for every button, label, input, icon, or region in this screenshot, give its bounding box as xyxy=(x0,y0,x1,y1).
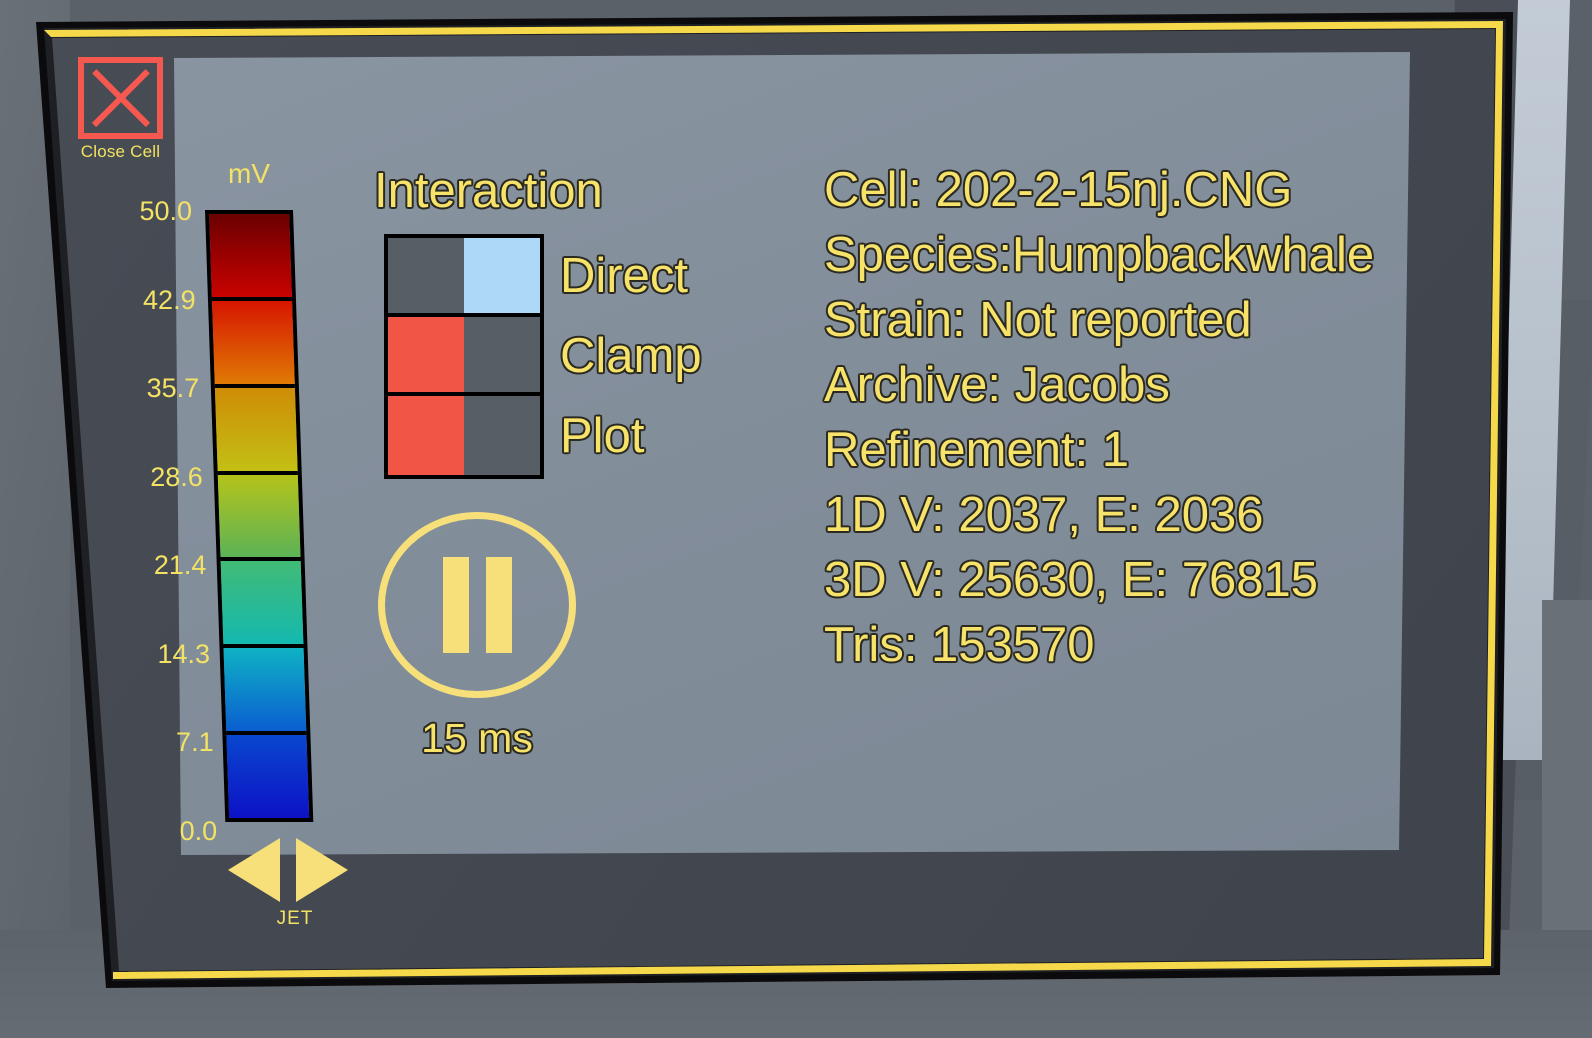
colorbar-tick-label: 7.1 xyxy=(176,727,214,757)
colorbar-segment xyxy=(223,648,307,736)
toggle-half-left xyxy=(388,317,464,392)
toggle-half-right xyxy=(464,238,540,313)
colorbar-segment xyxy=(220,561,304,649)
colorbar-segment xyxy=(214,387,298,475)
toggle-label-clamp: Clamp xyxy=(560,329,702,383)
info-line: 1D V: 2037, E: 2036 xyxy=(824,488,1264,542)
colorbar-gradient[interactable] xyxy=(205,210,314,822)
toggle-label-direct: Direct xyxy=(560,249,688,303)
close-x-icon xyxy=(78,57,163,139)
arrow-right-icon[interactable] xyxy=(296,838,348,902)
colorbar-segment xyxy=(209,214,293,301)
info-line: Strain: Not reported xyxy=(824,293,1252,347)
toggle-label-plot: Plot xyxy=(560,409,645,463)
interaction-section-title: Interaction xyxy=(374,164,603,218)
colorbar-tick-label: 28.6 xyxy=(150,461,203,492)
info-line: Refinement: 1 xyxy=(824,423,1130,477)
toggle-half-right xyxy=(464,317,540,392)
info-line: Species:Humpbackwhale xyxy=(824,228,1375,282)
colorbar-tick-label: 0.0 xyxy=(179,815,218,846)
toggle-plot[interactable] xyxy=(388,396,540,475)
toggle-half-left xyxy=(388,396,464,475)
pause-icon-bar-right xyxy=(485,557,512,653)
toggle-half-left xyxy=(388,238,464,313)
toggle-clamp[interactable] xyxy=(388,317,540,396)
pause-button[interactable] xyxy=(378,512,576,698)
info-line: 3D V: 25630, E: 76815 xyxy=(824,553,1318,607)
info-line: Archive: Jacobs xyxy=(824,358,1170,412)
colorbar-segment xyxy=(217,474,301,562)
close-cell-label: Close Cell xyxy=(80,142,161,161)
toggle-half-right xyxy=(464,396,540,475)
simulation-time-label: 15 ms xyxy=(421,715,533,761)
close-cell-button[interactable]: Close Cell xyxy=(73,57,168,162)
cell-info-block: Cell: 202-2-15nj.CNG Species:Humpbackwhal… xyxy=(824,158,1374,678)
colorbar-segment xyxy=(226,735,310,819)
info-line: Tris: 153570 xyxy=(824,618,1095,672)
arrow-left-icon[interactable] xyxy=(228,838,280,902)
colorbar-tick-label: 50.0 xyxy=(139,196,192,226)
colorbar-tick-label: 21.4 xyxy=(153,550,207,580)
pause-icon-bar-left xyxy=(442,557,469,653)
colorbar-tick-label: 42.9 xyxy=(143,284,196,315)
interaction-toggle-group xyxy=(384,234,544,479)
colorbar-tick-label: 14.3 xyxy=(157,638,210,669)
colorbar-tick-label: 35.7 xyxy=(146,373,200,403)
info-line: Cell: 202-2-15nj.CNG xyxy=(824,163,1293,217)
toggle-direct[interactable] xyxy=(388,238,540,317)
colormap-name-label: JET xyxy=(276,908,314,929)
panel-content: Close Cell mV 50.0 42.9 35.7 28.6 21.4 14.3 7.… xyxy=(0,0,1592,1038)
colorbar-unit-label: mV xyxy=(228,158,270,189)
colorbar-segment xyxy=(212,300,295,388)
